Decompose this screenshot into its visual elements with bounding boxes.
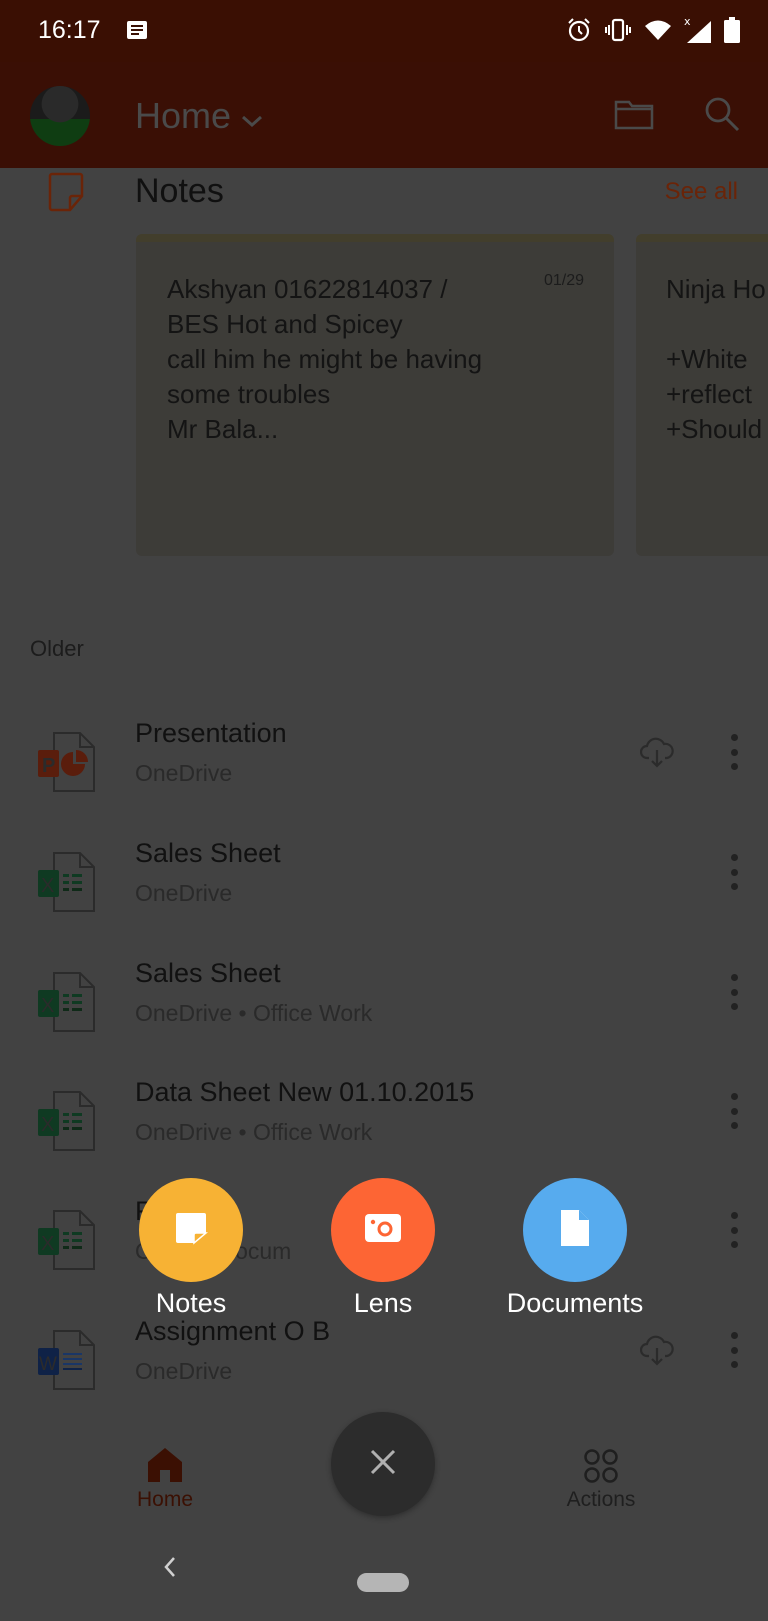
excel-file-icon: X: [36, 850, 102, 916]
file-row[interactable]: X Sales Sheet OneDrive: [0, 838, 768, 958]
file-name: Data Sheet New 01.10.2015: [135, 1077, 475, 1107]
vibrate-icon: [604, 18, 632, 47]
section-label-older: Older: [30, 636, 84, 661]
see-all-link[interactable]: See all: [665, 178, 738, 206]
new-note-button[interactable]: [139, 1178, 243, 1282]
note-card[interactable]: Akshyan 01622814037 / BES Hot and Spicey…: [136, 234, 614, 556]
chevron-down-icon: [241, 95, 263, 137]
svg-text:X: X: [41, 995, 54, 1017]
powerpoint-file-icon: P: [36, 730, 102, 796]
file-location: OneDrive • Office Work: [135, 1000, 373, 1026]
excel-file-icon: X: [36, 970, 102, 1036]
status-bar: 16:17 x: [0, 0, 768, 62]
document-icon: [559, 1208, 591, 1253]
nav-actions-label: Actions: [566, 1488, 636, 1511]
file-name: Sales Sheet: [135, 958, 281, 988]
nav-home[interactable]: Home: [105, 1442, 225, 1512]
fab-label-lens: Lens: [353, 1288, 413, 1318]
note-text: Akshyan 01622814037 / BES Hot and Spicey…: [167, 274, 483, 444]
svg-text:X: X: [41, 875, 54, 897]
file-row[interactable]: X Sales Sheet OneDrive • Office Work: [0, 958, 768, 1078]
nav-actions[interactable]: Actions: [541, 1442, 661, 1512]
location-dropdown[interactable]: Home: [135, 95, 263, 137]
file-name: Sales Sheet: [135, 838, 281, 868]
nav-home-label: Home: [136, 1488, 194, 1511]
system-navigation-bar: [0, 1540, 768, 1621]
excel-file-icon: X: [36, 1208, 102, 1274]
word-file-icon: W: [36, 1328, 102, 1394]
avatar[interactable]: [30, 86, 90, 146]
home-pill[interactable]: [357, 1573, 409, 1592]
fab-label-documents: Documents: [506, 1288, 644, 1318]
more-options-icon[interactable]: [724, 1212, 744, 1248]
svg-text:X: X: [41, 1233, 54, 1255]
more-options-icon[interactable]: [724, 974, 744, 1010]
page-title: Home: [135, 95, 232, 136]
more-options-icon[interactable]: [724, 854, 744, 890]
svg-text:P: P: [42, 755, 55, 777]
fab-label-notes: Notes: [155, 1288, 227, 1318]
more-options-icon[interactable]: [724, 1093, 744, 1129]
status-time: 16:17: [38, 16, 101, 44]
cloud-download-icon[interactable]: [639, 736, 674, 773]
wifi-icon: [644, 19, 672, 46]
cloud-download-icon[interactable]: [639, 1334, 674, 1371]
note-text: Ninja Ho +White +reflect +Should: [666, 274, 766, 444]
new-document-button[interactable]: [523, 1178, 627, 1282]
file-location: OneDrive: [135, 1358, 233, 1384]
notes-section-header: Notes See all: [0, 168, 768, 228]
search-icon[interactable]: [704, 96, 740, 137]
home-icon: [105, 1442, 225, 1484]
close-fab-button[interactable]: [331, 1412, 435, 1516]
sticky-note-icon: [48, 172, 86, 217]
alarm-icon: [566, 17, 592, 48]
lens-button[interactable]: [331, 1178, 435, 1282]
excel-file-icon: X: [36, 1089, 102, 1155]
app-bar: Home: [0, 62, 768, 168]
more-options-icon[interactable]: [724, 734, 744, 770]
actions-grid-icon: [541, 1442, 661, 1484]
more-options-icon[interactable]: [724, 1332, 744, 1368]
battery-icon: [724, 17, 740, 48]
file-location: OneDrive • Office Work: [135, 1119, 373, 1145]
note-date: 01/29: [543, 272, 584, 289]
notes-title: Notes: [135, 172, 224, 210]
svg-text:x: x: [684, 16, 691, 28]
note-card[interactable]: Ninja Ho +White +reflect +Should: [636, 234, 768, 556]
back-icon[interactable]: [160, 1550, 180, 1589]
folder-icon[interactable]: [614, 98, 654, 135]
signal-icon: x: [684, 15, 712, 49]
svg-text:W: W: [39, 1354, 57, 1375]
sticky-note-icon: [174, 1211, 209, 1250]
file-location: OneDrive: [135, 880, 233, 906]
svg-text:X: X: [41, 1114, 54, 1136]
notification-icon: [126, 20, 148, 45]
file-name: Presentation: [135, 718, 287, 748]
close-icon: [369, 1448, 397, 1481]
file-row[interactable]: P Presentation OneDrive: [0, 718, 768, 838]
file-name: Assignment O B: [135, 1316, 331, 1346]
file-location: OneDrive: [135, 760, 233, 786]
camera-icon: [364, 1212, 402, 1249]
